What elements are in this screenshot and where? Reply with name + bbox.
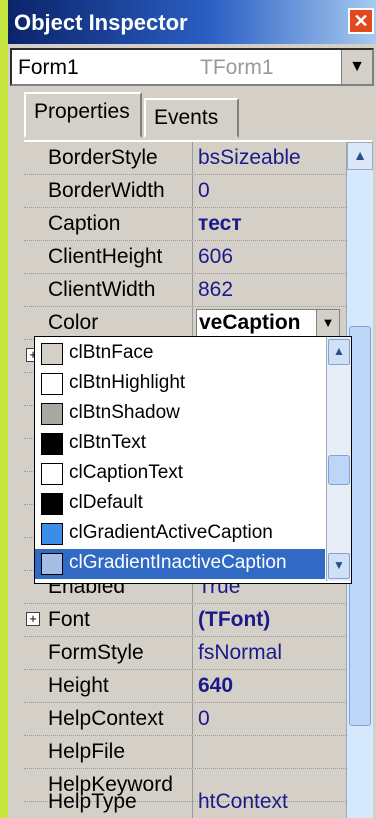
property-value: 0 (198, 179, 210, 202)
color-option-label: clBtnHighlight (69, 372, 186, 393)
property-name: HelpFile (48, 740, 126, 763)
chevron-up-icon[interactable]: ▲ (347, 142, 373, 170)
property-name: HelpContext (48, 707, 164, 730)
property-row[interactable]: Height 640 (24, 670, 346, 703)
color-option-label: clGradientInactiveCaption (69, 552, 287, 573)
scroll-thumb[interactable] (328, 455, 350, 485)
chevron-up-icon[interactable]: ▲ (328, 339, 350, 365)
color-swatch (41, 463, 63, 485)
property-name: FormStyle (48, 641, 144, 664)
chevron-down-icon[interactable]: ▼ (316, 310, 339, 336)
color-option[interactable]: clBtnFace (35, 339, 325, 369)
object-selector[interactable]: Form1 TForm1 ▼ (10, 48, 374, 86)
chevron-down-icon[interactable]: ▼ (328, 553, 350, 579)
property-value: bsSizeable (198, 146, 301, 169)
property-name: Color (48, 311, 99, 334)
property-row[interactable]: HelpType htContext (24, 786, 346, 818)
property-name: ClientHeight (48, 245, 163, 268)
tab-events[interactable]: Events (144, 98, 239, 138)
color-option[interactable]: clGradientActiveCaption (35, 519, 325, 549)
expand-icon[interactable]: + (26, 612, 40, 626)
property-value: тест (198, 212, 242, 235)
property-value: htContext (198, 790, 288, 813)
property-value: (TFont) (198, 608, 271, 631)
property-row[interactable]: ClientWidth 862 (24, 274, 346, 307)
color-swatch (41, 493, 63, 515)
object-name: Form1 (18, 56, 79, 79)
color-swatch (41, 373, 63, 395)
property-row[interactable]: BorderWidth 0 (24, 175, 346, 208)
color-value-text: veCaption (199, 311, 301, 334)
object-type: TForm1 (200, 56, 274, 79)
color-option-label: clBtnFace (69, 342, 154, 363)
property-name: Caption (48, 212, 121, 235)
color-dropdown-list[interactable]: clBtnFace clBtnHighlight clBtnShadow clB… (34, 336, 352, 584)
color-swatch (41, 523, 63, 545)
property-value: fsNormal (198, 641, 283, 664)
color-option-label: clBtnShadow (69, 402, 180, 423)
property-row[interactable]: HelpFile (24, 736, 346, 769)
property-name: Font (48, 608, 91, 631)
color-value-editor[interactable]: veCaption ▼ (196, 309, 340, 339)
property-name: ClientWidth (48, 278, 156, 301)
inspector-tabs: Properties Events (8, 92, 376, 142)
property-row[interactable]: FormStyle fsNormal (24, 637, 346, 670)
color-option-selected[interactable]: clGradientInactiveCaption (35, 549, 325, 579)
window-frame-edge (0, 0, 8, 818)
color-option[interactable]: clBtnHighlight (35, 369, 325, 399)
property-name: BorderStyle (48, 146, 158, 169)
dropdown-scrollbar[interactable]: ▲ ▼ (326, 337, 351, 581)
property-row[interactable]: HelpContext 0 (24, 703, 346, 736)
scroll-thumb[interactable] (349, 326, 371, 726)
close-icon[interactable]: ✕ (348, 8, 374, 34)
color-option[interactable]: clDefault (35, 489, 325, 519)
color-swatch (41, 433, 63, 455)
color-option[interactable]: clCaptionText (35, 459, 325, 489)
property-row[interactable]: BorderStyle bsSizeable (24, 142, 346, 175)
color-swatch (41, 403, 63, 425)
color-option-label: clBtnText (69, 432, 147, 453)
property-value: 0 (198, 707, 210, 730)
color-swatch (41, 553, 63, 575)
property-row[interactable]: Caption тест (24, 208, 346, 241)
window-title: Object Inspector (14, 10, 188, 35)
property-name: HelpType (48, 790, 137, 813)
color-option-label: clCaptionText (69, 462, 184, 483)
tab-properties[interactable]: Properties (24, 92, 142, 138)
color-option-label: clGradientActiveCaption (69, 522, 273, 543)
color-option[interactable]: clBtnText (35, 429, 325, 459)
color-swatch (41, 343, 63, 365)
property-value: 606 (198, 245, 234, 268)
property-value: 862 (198, 278, 234, 301)
property-row-font[interactable]: + Font (TFont) (24, 604, 346, 637)
property-value: 640 (198, 674, 234, 697)
title-bar[interactable]: Object Inspector ✕ (8, 0, 376, 44)
property-name: BorderWidth (48, 179, 165, 202)
color-option[interactable]: clBtnShadow (35, 399, 325, 429)
color-option-label: clDefault (69, 492, 143, 513)
object-inspector-window: Object Inspector ✕ Form1 TForm1 ▼ Proper… (8, 0, 376, 818)
property-row[interactable]: ClientHeight 606 (24, 241, 346, 274)
chevron-down-icon[interactable]: ▼ (341, 50, 372, 84)
property-name: Height (48, 674, 109, 697)
